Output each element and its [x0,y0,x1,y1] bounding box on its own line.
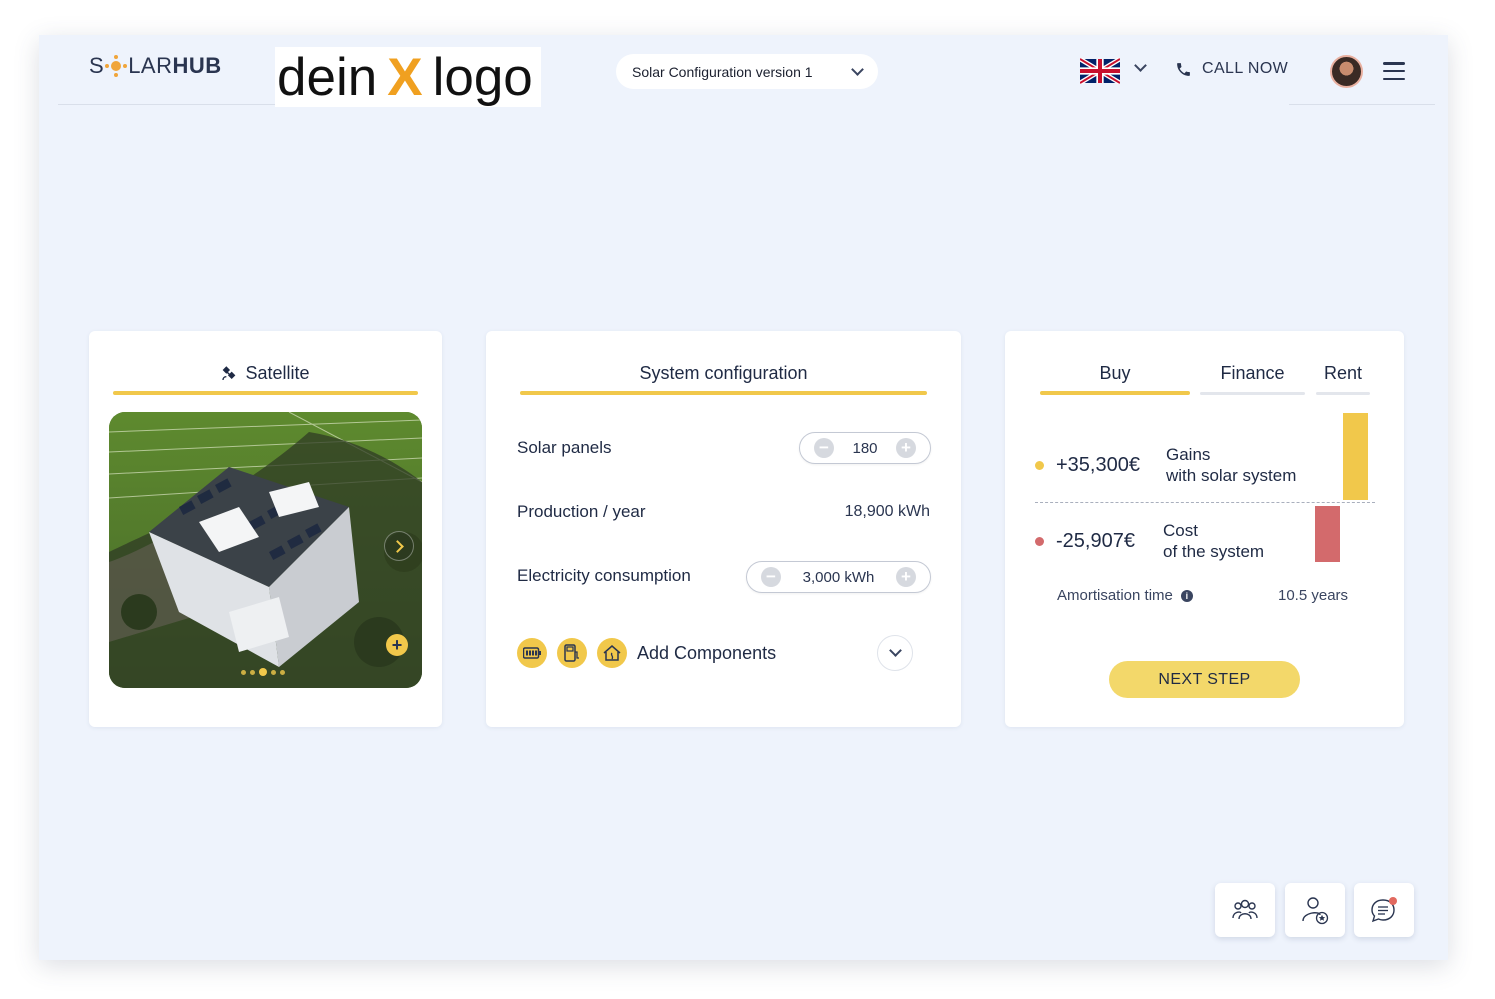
language-chevron-down-icon[interactable] [1134,59,1147,72]
minus-icon[interactable]: − [814,438,834,458]
pricing-card: Buy Finance Rent +35,300€ Gains with sol… [1005,331,1404,727]
user-star-icon [1302,897,1329,925]
partner-logo-word-1: dein [277,47,378,107]
gains-amount: +35,300€ [1056,453,1140,476]
heat-pump-house-icon[interactable] [597,638,627,668]
community-button[interactable] [1215,883,1275,937]
expand-components-button[interactable] [877,635,913,671]
tab-system-configuration-indicator [520,391,927,395]
user-avatar[interactable] [1330,55,1363,88]
ev-charger-icon[interactable] [557,638,587,668]
gains-description: Gains with solar system [1166,444,1296,486]
house-3d-view [109,412,422,688]
chevron-down-icon [888,644,902,657]
cost-row: -25,907€ Cost of the system [1035,520,1264,562]
partner-logo-x: X [387,47,423,107]
cost-title: Cost [1163,521,1198,540]
configuration-version-select[interactable]: Solar Configuration version 1 [616,54,878,89]
minus-icon[interactable]: − [761,567,781,587]
account-favorites-button[interactable] [1285,883,1345,937]
tab-buy-indicator [1040,391,1190,395]
battery-icon[interactable] [517,638,547,668]
gains-dot-icon [1035,460,1044,470]
cost-dot-icon [1035,536,1044,546]
solar-panels-stepper[interactable]: − 180 + [799,432,931,464]
info-icon[interactable]: i [1180,589,1193,602]
header-divider-right [1289,104,1435,105]
solar-panels-label: Solar panels [517,438,612,457]
tab-satellite[interactable]: Satellite [113,363,418,384]
sun-icon [105,55,128,77]
tab-rent-indicator [1316,392,1370,395]
uk-flag-icon[interactable] [1080,58,1120,84]
add-components-label: Add Components [637,642,777,663]
gains-bar [1343,413,1368,500]
chat-icon [1371,897,1397,923]
amortisation-label: Amortisation time [1057,587,1173,604]
satellite-image[interactable]: + [109,412,422,688]
gains-title: Gains [1166,445,1211,464]
gains-row: +35,300€ Gains with solar system [1035,444,1296,486]
cost-bar [1315,506,1340,562]
next-step-button[interactable]: NEXT STEP [1109,661,1300,698]
configuration-version-value: Solar Configuration version 1 [632,63,813,80]
chevron-down-icon [851,62,864,76]
plus-icon[interactable]: + [896,567,916,587]
cost-amount: -25,907€ [1056,529,1135,552]
partner-logo-word-2: logo [432,47,533,107]
brand-text-lar: LAR [128,53,173,78]
tab-satellite-label: Satellite [245,363,310,383]
satellite-icon [222,365,236,380]
chat-button[interactable] [1354,883,1414,937]
tab-satellite-indicator [113,391,418,395]
cost-description: Cost of the system [1163,520,1264,562]
phone-icon [1177,62,1190,76]
app-window: S LAR HUB dein X logo Solar Configuration… [39,35,1448,960]
hamburger-menu-icon[interactable] [1383,62,1405,80]
chart-divider [1035,502,1375,503]
production-year-value: 18,900 kWh [844,503,930,520]
community-icon [1232,899,1258,920]
amortisation-label-group: Amortisation time i [1057,587,1193,604]
add-components-row[interactable]: Add Components [517,635,913,671]
electricity-consumption-stepper[interactable]: − 3,000 kWh + [746,561,931,593]
header-divider-left [58,104,275,105]
brand-letter-s: S [89,53,105,78]
satellite-card: Satellite + [89,331,442,727]
gains-subtitle: with solar system [1166,466,1297,485]
partner-logo: dein X logo [275,47,541,107]
satellite-carousel-dots[interactable] [241,668,285,676]
solar-panels-value[interactable]: 180 [852,440,877,457]
system-configuration-card: System configuration Solar panels − 180 … [486,331,961,727]
tab-system-configuration[interactable]: System configuration [520,363,927,384]
tab-rent[interactable]: Rent [1316,363,1370,384]
tab-finance[interactable]: Finance [1200,363,1305,384]
electricity-consumption-label: Electricity consumption [517,566,691,585]
solarhub-logo[interactable]: S LAR HUB [89,53,222,79]
satellite-next-button[interactable] [384,531,414,561]
tab-finance-indicator [1200,392,1305,395]
amortisation-value: 10.5 years [1278,587,1349,604]
cost-subtitle: of the system [1163,542,1265,561]
call-now-label: CALL NOW [1202,60,1289,77]
call-now-button[interactable]: CALL NOW [1175,60,1288,78]
brand-text-hub: HUB [172,53,222,78]
production-year-label: Production / year [517,502,646,521]
plus-icon[interactable]: + [896,438,916,458]
electricity-consumption-value[interactable]: 3,000 kWh [803,569,875,586]
tab-buy[interactable]: Buy [1040,363,1190,384]
satellite-add-icon[interactable]: + [386,634,408,656]
